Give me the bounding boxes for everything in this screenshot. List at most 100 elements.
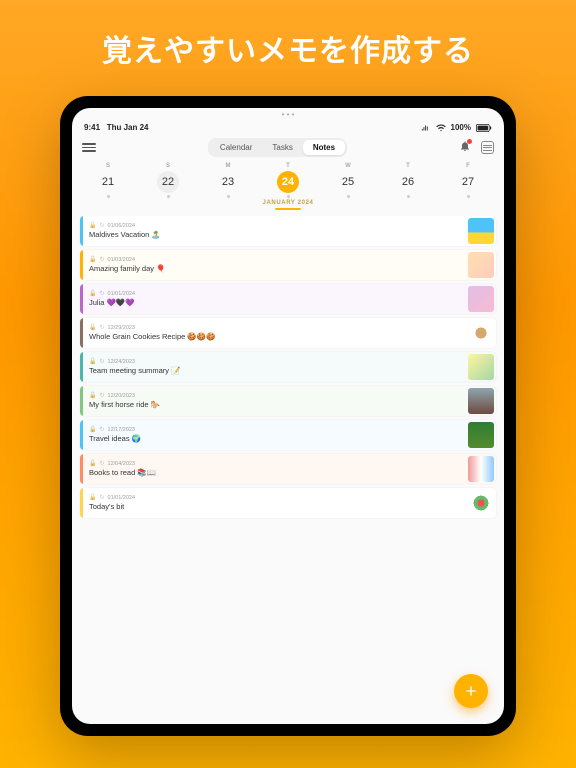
- view-segmented-control[interactable]: CalendarTasksNotes: [208, 138, 347, 157]
- day-dot: [107, 195, 110, 198]
- note-body: 🔓↻12/20/2023My first horse ride 🐎: [83, 386, 466, 416]
- note-item[interactable]: 🔓↻ 01/01/2024Today's bit: [80, 488, 496, 518]
- repeat-icon: ↻: [99, 358, 104, 365]
- layout-toggle-button[interactable]: [481, 141, 494, 154]
- weekday-label: W: [332, 163, 364, 169]
- note-item[interactable]: 🔓↻12/24/2023Team meeting summary 📝: [80, 352, 496, 382]
- day-dot: [347, 195, 350, 198]
- note-title: My first horse ride 🐎: [89, 400, 460, 409]
- day-24[interactable]: T 24: [272, 163, 304, 198]
- day-23[interactable]: M23: [212, 163, 244, 198]
- repeat-icon: ↻: [99, 324, 104, 331]
- weekday-label: S: [152, 163, 184, 169]
- repeat-icon: ↻: [99, 460, 104, 467]
- day-dot: [467, 195, 470, 198]
- note-thumbnail: [468, 354, 494, 380]
- day-number: 24: [277, 171, 299, 193]
- day-27[interactable]: F 27: [452, 163, 484, 198]
- repeat-icon: ↻: [99, 426, 104, 433]
- weekday-label: T: [392, 163, 424, 169]
- note-title: Books to read 📚📖: [89, 468, 460, 477]
- day-dot: [167, 195, 170, 198]
- note-meta: 🔓↻ 12/17/2023: [89, 426, 460, 433]
- tab-calendar[interactable]: Calendar: [210, 140, 262, 155]
- month-label: JANUARY 2024: [72, 200, 504, 206]
- note-date: 12/29/2023: [108, 325, 136, 331]
- weekday-label: F: [452, 163, 484, 169]
- note-item[interactable]: 🔓↻01/01/2024Julia 💜🖤💜: [80, 284, 496, 314]
- lock-icon: 🔓: [89, 426, 96, 433]
- note-body: 🔓↻ 01/01/2024Today's bit: [83, 488, 466, 518]
- note-date: 12/17/2023: [108, 427, 136, 433]
- note-thumbnail: [468, 456, 494, 482]
- day-dot: [227, 195, 230, 198]
- add-note-button[interactable]: [454, 674, 488, 708]
- repeat-icon: ↻: [99, 290, 104, 297]
- lock-icon: 🔓: [89, 290, 96, 297]
- note-item[interactable]: 🔓↻12/20/2023My first horse ride 🐎: [80, 386, 496, 416]
- repeat-icon: ↻: [99, 392, 104, 399]
- tab-notes[interactable]: Notes: [303, 140, 345, 155]
- day-number: 26: [397, 171, 419, 193]
- day-25[interactable]: W 25: [332, 163, 364, 198]
- note-date: 01/01/2024: [108, 495, 136, 501]
- note-thumbnail: [468, 422, 494, 448]
- note-date: 01/06/2024: [108, 223, 136, 229]
- note-thumbnail: [468, 320, 494, 346]
- lock-icon: 🔓: [89, 392, 96, 399]
- note-date: 01/03/2024: [108, 257, 136, 263]
- lock-icon: 🔓: [89, 460, 96, 467]
- week-bar: S21 S 22 M23 T 24 W 25 T 26 F 27: [72, 161, 504, 198]
- note-thumbnail: [468, 490, 494, 516]
- note-thumbnail: [468, 286, 494, 312]
- lock-icon: 🔓: [89, 494, 96, 501]
- day-number: 21: [97, 171, 119, 193]
- status-bar: 9:41 Thu Jan 24 100%: [72, 119, 504, 132]
- lock-icon: 🔓: [89, 324, 96, 331]
- note-date: 01/01/2024: [108, 291, 136, 297]
- note-thumbnail: [468, 388, 494, 414]
- note-item[interactable]: 🔓↻01/03/2024Amazing family day 🎈: [80, 250, 496, 280]
- day-26[interactable]: T 26: [392, 163, 424, 198]
- note-body: 🔓↻01/03/2024Amazing family day 🎈: [83, 250, 466, 280]
- day-number: 27: [457, 171, 479, 193]
- note-date: 12/24/2023: [108, 359, 136, 365]
- chin-dots: • • •: [72, 108, 504, 119]
- status-left: 9:41 Thu Jan 24: [84, 123, 148, 132]
- note-item[interactable]: 🔓↻01/06/2024Maldives Vacation 🏝️: [80, 216, 496, 246]
- menu-button[interactable]: [82, 143, 96, 151]
- wifi-icon: [436, 124, 446, 132]
- day-number: 25: [337, 171, 359, 193]
- notification-dot: [467, 139, 472, 144]
- note-item[interactable]: 🔓↻ 12/04/2023Books to read 📚📖: [80, 454, 496, 484]
- note-title: Travel ideas 🌍: [89, 434, 460, 443]
- status-date: Thu Jan 24: [107, 123, 149, 132]
- day-number: 22: [157, 171, 179, 193]
- note-meta: 🔓↻ 01/01/2024: [89, 494, 460, 501]
- day-dot: [407, 195, 410, 198]
- note-date: 12/04/2023: [108, 461, 136, 467]
- note-title: Amazing family day 🎈: [89, 264, 460, 273]
- day-21[interactable]: S21: [92, 163, 124, 198]
- note-meta: 🔓↻ 12/29/2023: [89, 324, 460, 331]
- hero-title: 覚えやすいメモを作成する: [102, 26, 474, 70]
- note-item[interactable]: 🔓↻ 12/17/2023Travel ideas 🌍: [80, 420, 496, 450]
- note-meta: 🔓↻ 12/04/2023: [89, 460, 460, 467]
- battery-icon: [476, 124, 492, 132]
- month-underline: [275, 208, 301, 210]
- tab-tasks[interactable]: Tasks: [262, 140, 302, 155]
- notifications-button[interactable]: [459, 140, 471, 155]
- note-title: Maldives Vacation 🏝️: [89, 230, 460, 239]
- note-title: Today's bit: [89, 502, 460, 511]
- weekday-label: M: [212, 163, 244, 169]
- note-body: 🔓↻ 12/17/2023Travel ideas 🌍: [83, 420, 466, 450]
- screen: • • • 9:41 Thu Jan 24 100% CalendarTasks…: [72, 108, 504, 724]
- day-22[interactable]: S 22: [152, 163, 184, 198]
- weekday-label: T: [272, 163, 304, 169]
- note-meta: 🔓↻ 01/01/2024: [89, 290, 460, 297]
- repeat-icon: ↻: [99, 256, 104, 263]
- note-item[interactable]: 🔓↻12/29/2023Whole Grain Cookies Recipe 🍪…: [80, 318, 496, 348]
- status-right: 100%: [421, 123, 492, 132]
- lock-icon: 🔓: [89, 358, 96, 365]
- repeat-icon: ↻: [99, 494, 104, 501]
